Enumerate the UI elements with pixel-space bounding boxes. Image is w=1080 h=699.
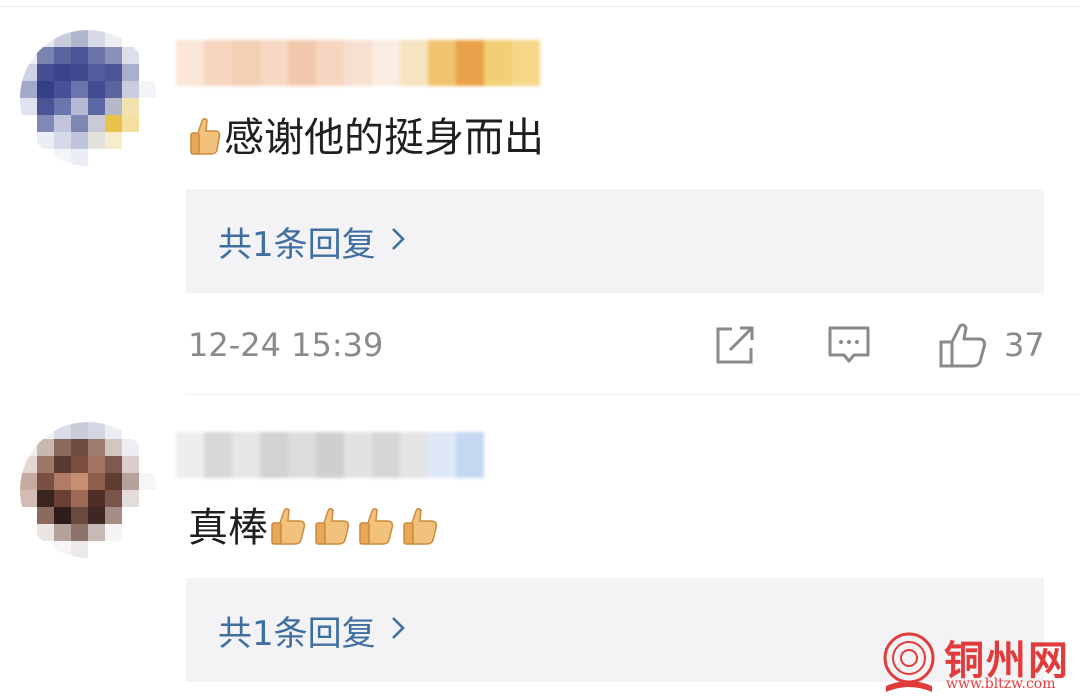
thumbs-up-icon xyxy=(939,323,986,368)
thumbs-up-emoji-icon xyxy=(312,507,354,547)
comment-icon xyxy=(828,326,870,363)
watermark-url: www.bltzw.com xyxy=(946,676,1056,692)
comment-body: 真棒 xyxy=(188,505,268,551)
thumbs-up-emoji-icon xyxy=(188,117,222,157)
chevron-right-icon xyxy=(390,615,406,645)
comment-text: 真棒 xyxy=(188,504,444,552)
reply-count-label: 共1条回复 xyxy=(218,224,376,265)
view-replies-button[interactable]: 共1条回复 xyxy=(186,189,1044,293)
share-button[interactable] xyxy=(712,322,758,372)
username[interactable] xyxy=(176,40,540,86)
like-count: 37 xyxy=(1004,326,1045,364)
avatar[interactable] xyxy=(20,422,156,558)
comment-divider xyxy=(186,394,1080,395)
username[interactable] xyxy=(176,432,484,478)
thumbs-up-emoji-icon xyxy=(400,507,442,547)
site-logo-icon xyxy=(883,632,935,692)
thumbs-up-emoji-icon xyxy=(356,507,398,547)
top-divider xyxy=(0,6,1080,7)
chevron-right-icon xyxy=(390,226,406,256)
like-button[interactable] xyxy=(938,322,988,374)
share-icon xyxy=(716,326,754,364)
avatar[interactable] xyxy=(20,30,156,166)
comment-button[interactable] xyxy=(826,322,872,372)
site-watermark: 铜州网 www.bltzw.com xyxy=(878,630,1078,699)
comment-timestamp: 12-24 15:39 xyxy=(188,326,384,364)
thumbs-up-emoji-icon xyxy=(268,507,310,547)
comment-body: 感谢他的挺身而出 xyxy=(224,115,544,161)
comment-text: 感谢他的挺身而出 xyxy=(188,114,544,162)
reply-count-label: 共1条回复 xyxy=(218,613,376,654)
